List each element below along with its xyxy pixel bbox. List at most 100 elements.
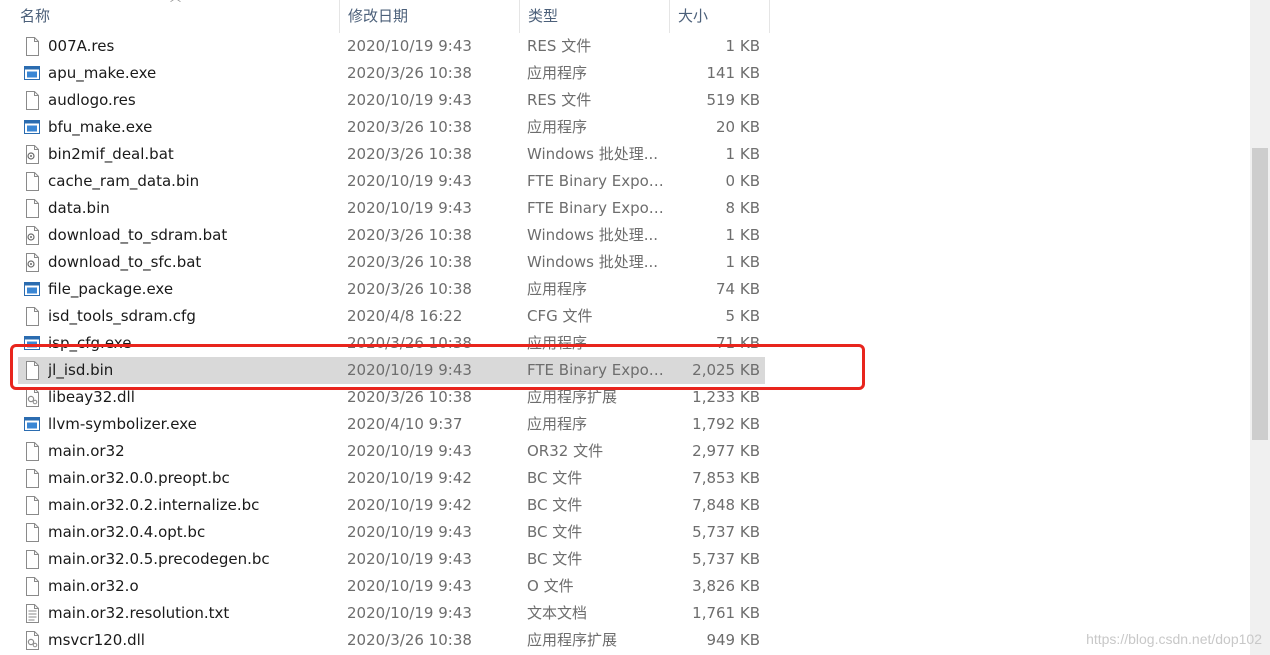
file-modified-date: 2020/3/26 10:38 [347, 334, 472, 352]
file-size: 7,853 KB [692, 469, 760, 487]
file-size: 0 KB [725, 172, 760, 190]
file-row[interactable]: jl_isd.bin 2020/10/19 9:43 FTE Binary Expo… [0, 357, 1250, 384]
file-name: main.or32.o [48, 577, 139, 595]
file-size: 1 KB [725, 253, 760, 271]
blank-file-icon [24, 523, 40, 542]
file-row[interactable]: main.or32.o 2020/10/19 9:43 O 文件 3,826 KB [0, 573, 1250, 600]
file-size: 20 KB [716, 118, 760, 136]
file-row[interactable]: main.or32.resolution.txt 2020/10/19 9:43 文… [0, 600, 1250, 627]
file-name: main.or32.0.5.precodegen.bc [48, 550, 270, 568]
column-header-size[interactable]: 大小 [670, 0, 770, 33]
file-row[interactable]: main.or32.0.2.internalize.bc 2020/10/19 9… [0, 492, 1250, 519]
file-row[interactable]: bin2mif_deal.bat 2020/3/26 10:38 Windows 批… [0, 141, 1250, 168]
file-row[interactable]: main.or32.0.5.precodegen.bc 2020/10/19 9:… [0, 546, 1250, 573]
file-row[interactable]: msvcr120.dll 2020/3/26 10:38 应用程序扩展 949 KB [0, 627, 1250, 654]
file-size: 141 KB [706, 64, 760, 82]
file-modified-date: 2020/10/19 9:43 [347, 37, 472, 55]
file-type: BC 文件 [527, 496, 583, 514]
file-modified-date: 2020/10/19 9:43 [347, 91, 472, 109]
file-name: 007A.res [48, 37, 115, 55]
column-header-type-label: 类型 [528, 7, 559, 25]
file-size: 1 KB [725, 226, 760, 244]
file-type: FTE Binary Expor... [527, 199, 667, 217]
file-modified-date: 2020/3/26 10:38 [347, 118, 472, 136]
file-row[interactable]: isd_tools_sdram.cfg 2020/4/8 16:22 CFG 文件 5… [0, 303, 1250, 330]
file-modified-date: 2020/10/19 9:43 [347, 577, 472, 595]
file-row[interactable]: bfu_make.exe 2020/3/26 10:38 应用程序 20 KB [0, 114, 1250, 141]
file-type: FTE Binary Expor... [527, 361, 667, 379]
file-size: 2,025 KB [692, 361, 760, 379]
file-row[interactable]: cache_ram_data.bin 2020/10/19 9:43 FTE Bin… [0, 168, 1250, 195]
file-name: apu_make.exe [48, 64, 157, 82]
column-header-date[interactable]: 修改日期 [340, 0, 520, 33]
file-type: BC 文件 [527, 523, 583, 541]
file-size: 5,737 KB [692, 550, 760, 568]
file-row[interactable]: audlogo.res 2020/10/19 9:43 RES 文件 519 KB [0, 87, 1250, 114]
file-type: 应用程序 [527, 415, 588, 433]
column-header-date-label: 修改日期 [348, 7, 409, 25]
blank-file-icon [24, 577, 40, 596]
file-type: OR32 文件 [527, 442, 604, 460]
file-name: data.bin [48, 199, 110, 217]
file-modified-date: 2020/3/26 10:38 [347, 64, 472, 82]
file-name: msvcr120.dll [48, 631, 145, 649]
file-name: bin2mif_deal.bat [48, 145, 174, 163]
column-header-size-label: 大小 [678, 7, 709, 25]
file-row[interactable]: file_package.exe 2020/3/26 10:38 应用程序 74 KB [0, 276, 1250, 303]
column-header-type[interactable]: 类型 [520, 0, 670, 33]
file-size: 1,792 KB [692, 415, 760, 433]
file-type: Windows 批处理... [527, 145, 659, 163]
file-row[interactable]: libeay32.dll 2020/3/26 10:38 应用程序扩展 1,233 K… [0, 384, 1250, 411]
file-row[interactable]: data.bin 2020/10/19 9:43 FTE Binary Expor.… [0, 195, 1250, 222]
file-size: 1 KB [725, 37, 760, 55]
file-size: 949 KB [706, 631, 760, 649]
file-row[interactable]: main.or32.0.4.opt.bc 2020/10/19 9:43 BC 文件… [0, 519, 1250, 546]
file-modified-date: 2020/3/26 10:38 [347, 253, 472, 271]
file-size: 7,848 KB [692, 496, 760, 514]
text-file-icon [24, 604, 40, 623]
exe-file-icon [24, 118, 40, 137]
file-modified-date: 2020/3/26 10:38 [347, 388, 472, 406]
scrollbar-thumb[interactable] [1252, 148, 1268, 440]
file-size: 1 KB [725, 145, 760, 163]
file-name: cache_ram_data.bin [48, 172, 200, 190]
sort-ascending-icon: ︿ [170, 0, 181, 8]
file-type: FTE Binary Expor... [527, 172, 667, 190]
file-modified-date: 2020/3/26 10:38 [347, 226, 472, 244]
file-type: 应用程序扩展 [527, 388, 618, 406]
blank-file-icon [24, 37, 40, 56]
file-row[interactable]: 007A.res 2020/10/19 9:43 RES 文件 1 KB [0, 33, 1250, 60]
file-modified-date: 2020/10/19 9:43 [347, 442, 472, 460]
file-size: 71 KB [716, 334, 760, 352]
file-name: main.or32.resolution.txt [48, 604, 230, 622]
blank-file-icon [24, 91, 40, 110]
file-size: 3,826 KB [692, 577, 760, 595]
column-header-name[interactable]: 名称 ︿ [0, 0, 340, 33]
file-row[interactable]: download_to_sdram.bat 2020/3/26 10:38 Wind… [0, 222, 1250, 249]
vertical-scrollbar[interactable] [1250, 0, 1270, 655]
file-name: main.or32.0.0.preopt.bc [48, 469, 230, 487]
dll-file-icon [24, 631, 40, 650]
file-type: O 文件 [527, 577, 574, 595]
file-row[interactable]: apu_make.exe 2020/3/26 10:38 应用程序 141 KB [0, 60, 1250, 87]
file-row[interactable]: main.or32.0.0.preopt.bc 2020/10/19 9:42 BC… [0, 465, 1250, 492]
blank-file-icon [24, 496, 40, 515]
file-name: main.or32 [48, 442, 125, 460]
file-row[interactable]: isp_cfg.exe 2020/3/26 10:38 应用程序 71 KB [0, 330, 1250, 357]
watermark-text: https://blog.csdn.net/dop102 [1086, 631, 1262, 647]
file-modified-date: 2020/4/8 16:22 [347, 307, 463, 325]
column-header-name-label: 名称 [20, 7, 51, 25]
file-size: 2,977 KB [692, 442, 760, 460]
file-type: RES 文件 [527, 91, 592, 109]
file-row[interactable]: llvm-symbolizer.exe 2020/4/10 9:37 应用程序 1,7… [0, 411, 1250, 438]
exe-file-icon [24, 64, 40, 83]
file-row[interactable]: download_to_sfc.bat 2020/3/26 10:38 Window… [0, 249, 1250, 276]
file-type: CFG 文件 [527, 307, 593, 325]
column-header-bar: 名称 ︿ 修改日期 类型 大小 [0, 0, 1250, 33]
file-row[interactable]: main.or32 2020/10/19 9:43 OR32 文件 2,977 KB [0, 438, 1250, 465]
file-size: 5 KB [725, 307, 760, 325]
file-type: Windows 批处理... [527, 253, 659, 271]
batch-file-icon [24, 226, 40, 245]
file-name: download_to_sfc.bat [48, 253, 202, 271]
file-modified-date: 2020/10/19 9:43 [347, 550, 472, 568]
